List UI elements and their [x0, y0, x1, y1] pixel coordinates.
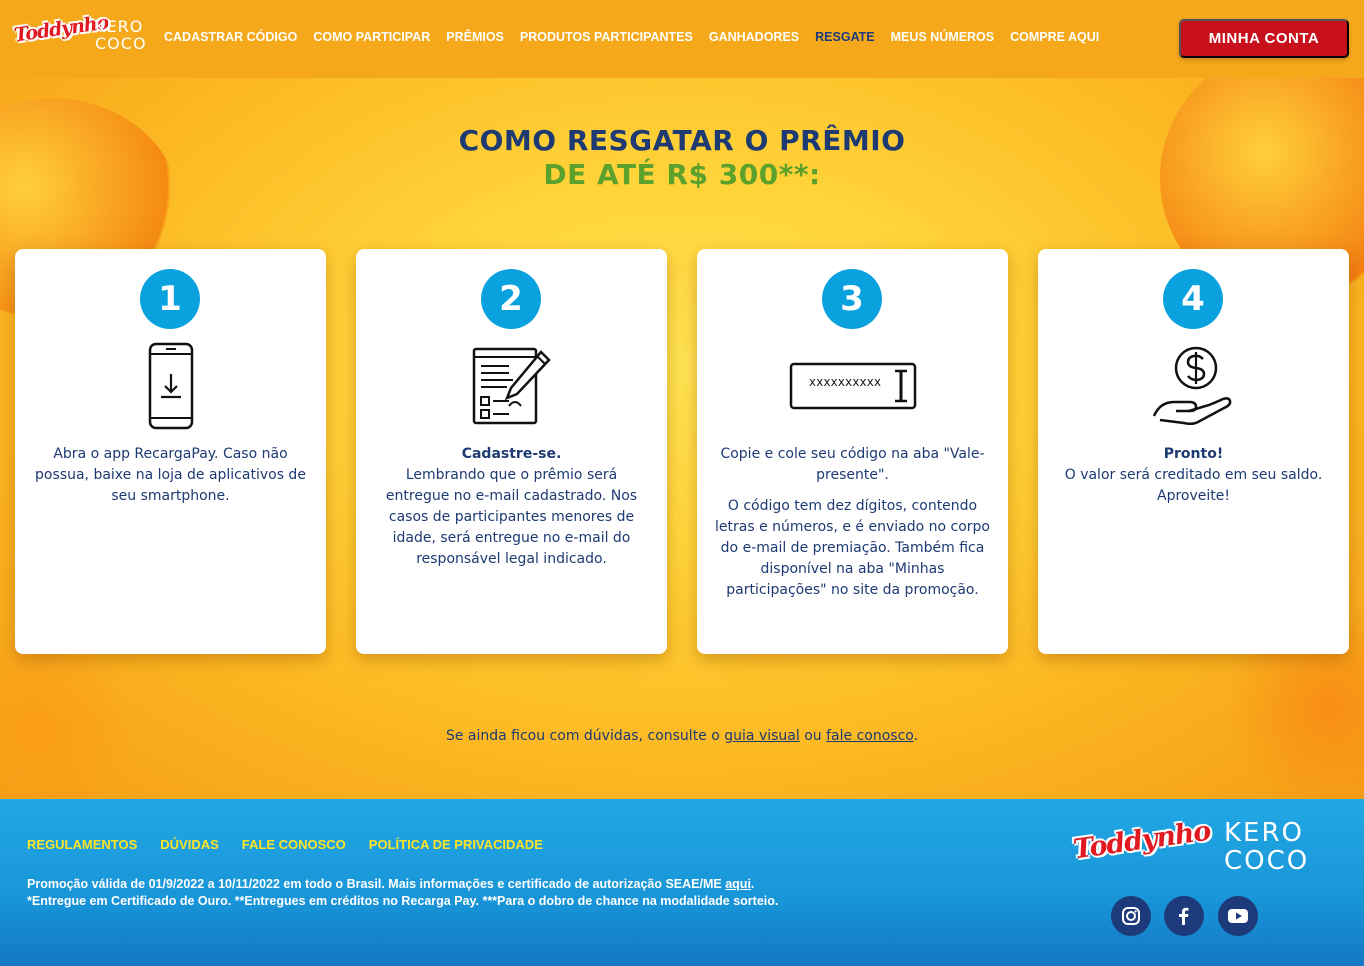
- footer-link-duvidas[interactable]: DÚVIDAS: [160, 837, 219, 852]
- legal-line-1-end: .: [750, 877, 755, 891]
- footer-kero-coco-logo[interactable]: KERO COCO: [1224, 819, 1309, 875]
- instagram-icon[interactable]: [1111, 896, 1151, 936]
- page-title: COMO RESGATAR O PRÊMIO: [458, 124, 906, 157]
- footer-coco-line: COCO: [1224, 846, 1310, 876]
- kero-coco-logo[interactable]: KERO COCO: [95, 18, 147, 52]
- step-text: O valor será creditado em seu saldo. Apr…: [1064, 467, 1323, 504]
- footer-link-fale-conosco[interactable]: FALE CONOSCO: [242, 837, 346, 852]
- facebook-icon[interactable]: [1164, 896, 1204, 936]
- youtube-icon[interactable]: [1218, 896, 1258, 936]
- code-placeholder-text: xxxxxxxxxx: [808, 375, 882, 389]
- step-card-4: 4 Pronto! O valor será creditado em seu …: [1038, 249, 1349, 654]
- footer-nav: REGULAMENTOS DÚVIDAS FALE CONOSCO POLÍTI…: [27, 837, 566, 852]
- step-number-badge: 3: [822, 269, 882, 329]
- step-description: Cadastre-se. Lembrando que o prêmio será…: [374, 444, 649, 570]
- step-description: Pronto! O valor será creditado em seu sa…: [1056, 444, 1331, 507]
- legal-text: Promoção válida de 01/9/2022 a 10/11/202…: [27, 876, 1027, 910]
- step-number-badge: 2: [481, 269, 541, 329]
- step-number-badge: 1: [140, 269, 200, 329]
- step-card-3: 3 xxxxxxxxxx Copie e cole seu código na …: [697, 249, 1008, 654]
- step-text: Copie e cole seu código na aba "Vale-pre…: [720, 446, 985, 483]
- legal-line-2: *Entregue em Certificado de Ouro. **Entr…: [27, 894, 779, 908]
- site-footer: REGULAMENTOS DÚVIDAS FALE CONOSCO POLÍTI…: [0, 799, 1364, 966]
- legal-line-1-text: Promoção válida de 01/9/2022 a 10/11/202…: [27, 877, 726, 891]
- step-text: Abra o app RecargaPay. Caso não possua, …: [35, 446, 306, 504]
- nav-premios[interactable]: PRÊMIOS: [446, 30, 504, 44]
- step-card-2: 2 Cadastre-se. Lembrando que o prêmio se…: [356, 249, 667, 654]
- footer-toddynho-logo[interactable]: Toddynho: [1072, 816, 1213, 866]
- help-text: Se ainda ficou com dúvidas, consulte o g…: [0, 728, 1364, 744]
- step-heading: Pronto!: [1163, 446, 1224, 462]
- main-nav: CADASTRAR CÓDIGO COMO PARTICIPAR PRÊMIOS…: [164, 30, 1115, 44]
- legal-aqui-link[interactable]: aqui: [725, 877, 751, 891]
- form-pen-icon: [356, 341, 667, 431]
- help-mid: ou: [799, 728, 827, 744]
- nav-meus-numeros[interactable]: MEUS NÚMEROS: [891, 30, 994, 44]
- guia-visual-link[interactable]: guia visual: [724, 728, 800, 744]
- main-content: COMO RESGATAR O PRÊMIO DE ATÉ R$ 300**: …: [0, 78, 1364, 799]
- page-subtitle: DE ATÉ R$ 300**:: [543, 158, 821, 191]
- nav-ganhadores[interactable]: GANHADORES: [709, 30, 799, 44]
- kero-coco-logo-line2: COCO: [95, 34, 147, 53]
- step-description: Abra o app RecargaPay. Caso não possua, …: [33, 444, 308, 507]
- phone-download-icon: [15, 341, 326, 431]
- footer-link-regulamentos[interactable]: REGULAMENTOS: [27, 837, 137, 852]
- step-card-1: 1 Abra o app RecargaPay. Caso não possua…: [15, 249, 326, 654]
- kero-coco-logo-line1: KERO: [95, 17, 144, 36]
- decorative-blob: [0, 638, 140, 799]
- help-prefix: Se ainda ficou com dúvidas, consulte o: [445, 728, 725, 744]
- nav-produtos-participantes[interactable]: PRODUTOS PARTICIPANTES: [520, 30, 693, 44]
- legal-line-1: Promoção válida de 01/9/2022 a 10/11/202…: [27, 876, 1027, 893]
- step-text-secondary: O código tem dez dígitos, contendo letra…: [715, 498, 990, 598]
- step-heading: Cadastre-se.: [461, 446, 562, 462]
- help-suffix: .: [913, 728, 919, 744]
- footer-kero-line: KERO: [1224, 818, 1305, 848]
- step-description: Copie e cole seu código na aba "Vale-pre…: [715, 444, 990, 601]
- site-header: Toddynho KERO COCO CADASTRAR CÓDIGO COMO…: [0, 0, 1364, 78]
- nav-como-participar[interactable]: COMO PARTICIPAR: [313, 30, 430, 44]
- nav-resgate[interactable]: RESGATE: [815, 30, 875, 44]
- nav-cadastrar-codigo[interactable]: CADASTRAR CÓDIGO: [164, 30, 297, 44]
- nav-compre-aqui[interactable]: COMPRE AQUI: [1010, 30, 1099, 44]
- minha-conta-button[interactable]: MINHA CONTA: [1179, 19, 1349, 58]
- hand-coin-icon: [1038, 341, 1349, 431]
- step-text: Lembrando que o prêmio será entregue no …: [385, 467, 638, 567]
- fale-conosco-link[interactable]: fale conosco: [826, 728, 913, 744]
- step-number-badge: 4: [1163, 269, 1223, 329]
- footer-link-politica-privacidade[interactable]: POLÍTICA DE PRIVACIDADE: [369, 837, 543, 852]
- code-field-icon: xxxxxxxxxx: [697, 341, 1008, 431]
